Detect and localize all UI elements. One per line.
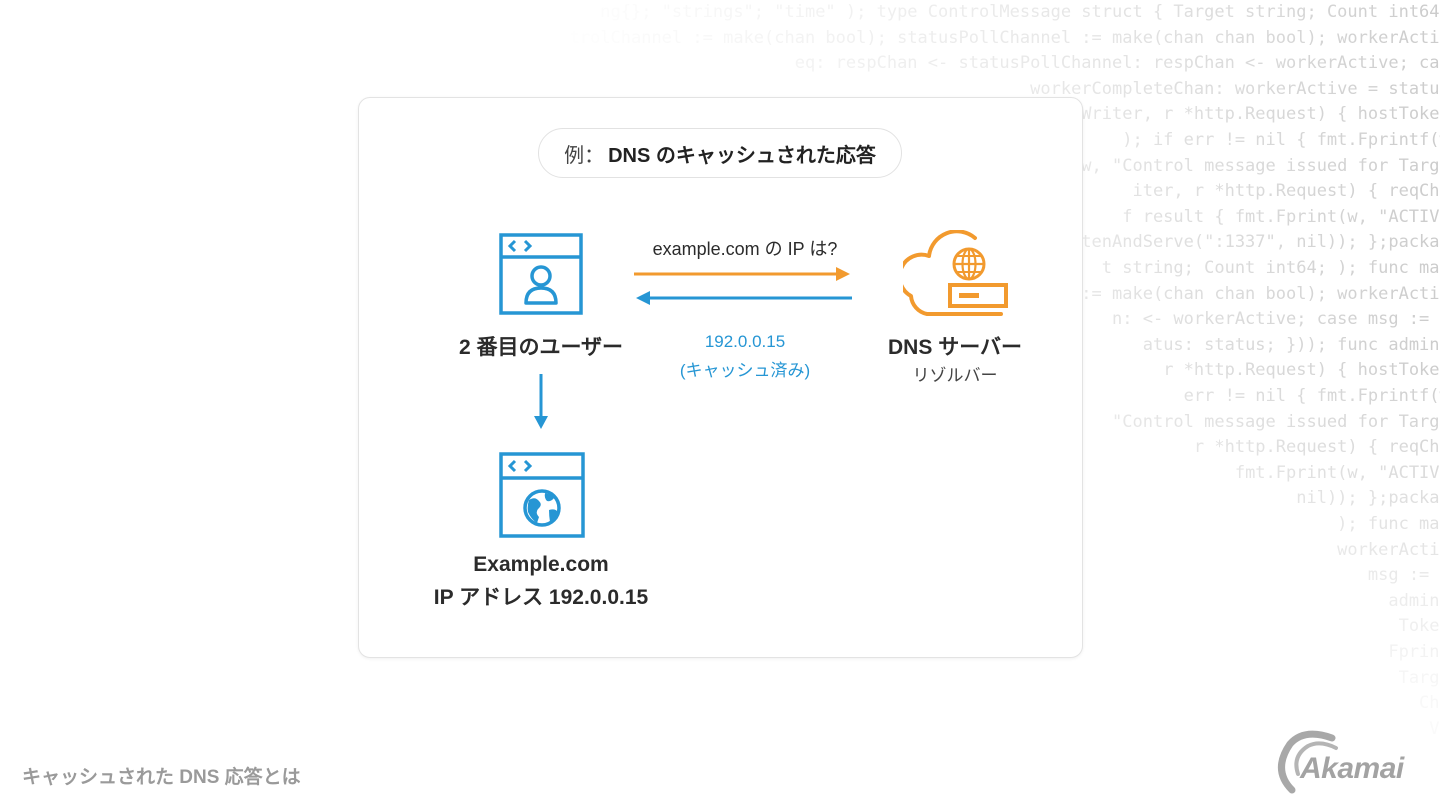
background-code-line: Tokens xyxy=(1398,616,1440,637)
website-ip-label: IP アドレス 192.0.0.15 xyxy=(433,586,649,609)
background-code-line: admin(c xyxy=(1388,590,1440,611)
cloud-server-globe-icon xyxy=(903,230,1008,316)
footer-title: キャッシュされた DNS 応答とは xyxy=(22,767,301,788)
example-prefix: 例： xyxy=(564,144,605,167)
background-code-line: r *http.Request) { hostTokens xyxy=(1163,360,1440,381)
background-code-line: workerActive xyxy=(1337,539,1440,560)
background-code-line: eq: respChan <- statusPollChannel: respC… xyxy=(794,53,1440,74)
background-code-line: := make(chan chan bool); workerActive xyxy=(1081,283,1440,304)
background-code-line: Chan xyxy=(1419,693,1440,714)
response-arrow xyxy=(636,291,852,305)
background-code-line: t string; Count int64; ); func main xyxy=(1101,258,1440,278)
background-code-line: workerCompleteChan: workerActive = statu… xyxy=(1030,78,1440,99)
background-code-line: trolChannel := make(chan bool); statusPo… xyxy=(569,27,1440,48)
background-code-line: r *http.Request) { reqChan xyxy=(1193,437,1440,458)
browser-globe-icon xyxy=(499,452,585,538)
user-label: 2 番目のユーザー xyxy=(458,336,624,359)
akamai-wordmark: Akamai xyxy=(1300,752,1404,785)
background-code-line: atus: status; })); func admin(c xyxy=(1142,334,1440,355)
background-code-line: tenAndServe(":1337", nil)); };package xyxy=(1081,232,1440,253)
background-code-line: err != nil { fmt.Fprintf(w, xyxy=(1183,386,1440,406)
background-code-line: Writer, r *http.Request) { hostTokens xyxy=(1081,104,1440,125)
background-code-line: ); func main xyxy=(1337,514,1440,534)
response-cached-label: (キャッシュ済み) xyxy=(679,361,811,380)
background-code-line: nil)); };package xyxy=(1296,488,1440,509)
background-code-line: iter, r *http.Request) { reqChan xyxy=(1132,181,1440,202)
background-code-line: n: <- workerActive; case msg := <- xyxy=(1112,309,1440,330)
dns-server-label: DNS サーバー xyxy=(888,336,1022,359)
background-code-line: ); if err != nil { fmt.Fprintf(w, xyxy=(1122,130,1440,150)
background-code-line: ng{}; "strings"; "time" ); type ControlM… xyxy=(600,2,1440,22)
background-code-line: Fprintf xyxy=(1388,642,1440,662)
background-code-line: fmt.Fprint(w, "ACTIVE" xyxy=(1234,462,1440,483)
background-code-line: "Control message issued for Target xyxy=(1112,411,1440,432)
background-code-line: f result { fmt.Fprint(w, "ACTIVE" xyxy=(1122,206,1440,227)
query-label: example.com の IP は? xyxy=(652,239,838,259)
browser-user-icon xyxy=(499,233,583,315)
example-title: DNS のキャッシュされた応答 xyxy=(608,144,876,167)
background-code-line: w, "Control message issued for Target xyxy=(1081,155,1440,176)
response-ip-label: 192.0.0.15 xyxy=(704,332,786,351)
background-code-line: msg := <- xyxy=(1367,565,1440,586)
down-arrow xyxy=(534,374,548,429)
query-arrow xyxy=(634,267,850,281)
dns-server-sublabel: リゾルバー xyxy=(912,366,998,385)
example-title-pill: 例： DNS のキャッシュされた応答 xyxy=(538,128,902,178)
website-label: Example.com xyxy=(473,553,609,576)
background-code-line: Target xyxy=(1398,667,1440,688)
